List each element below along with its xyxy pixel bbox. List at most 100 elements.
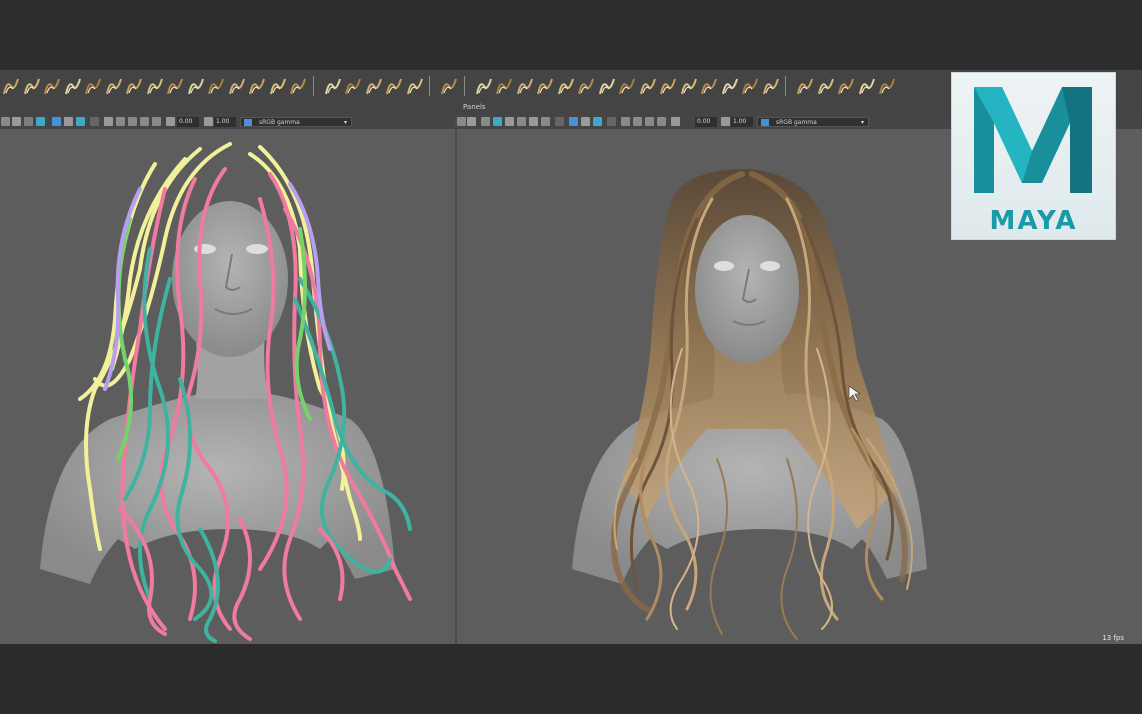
hair-smooth-icon[interactable] (269, 76, 287, 96)
shelf-separator (312, 76, 314, 96)
xray-icon[interactable] (581, 117, 590, 126)
exposure-icon[interactable] (671, 117, 680, 126)
length-modifier-icon[interactable] (598, 76, 616, 96)
ao-icon[interactable] (555, 117, 564, 126)
shadows-icon[interactable] (76, 117, 85, 126)
shelf-separator (463, 76, 465, 96)
cut-modifier-icon[interactable] (577, 76, 595, 96)
hair-scale-icon[interactable] (43, 76, 61, 96)
safe-action-icon[interactable] (645, 117, 654, 126)
exposure-field[interactable]: 0.00 (695, 117, 717, 127)
isolate-icon[interactable] (569, 117, 578, 126)
xray-joints-icon[interactable] (593, 117, 602, 126)
record-icon[interactable] (475, 76, 493, 96)
xray-icon[interactable] (116, 117, 125, 126)
shaded-icon[interactable] (505, 117, 514, 126)
maya-logo-mark (974, 87, 1092, 193)
panels-menu[interactable]: Panels (463, 103, 486, 111)
isolate-icon[interactable] (104, 117, 113, 126)
curve-brush-icon[interactable] (2, 76, 20, 96)
hair-twist-icon[interactable] (84, 76, 102, 96)
wireframe-icon[interactable] (493, 117, 502, 126)
safe-title-icon[interactable] (657, 117, 666, 126)
noise-modifier-icon[interactable] (659, 76, 677, 96)
export-icon[interactable] (858, 76, 876, 96)
move-tool-icon[interactable] (440, 76, 458, 96)
flag-icon[interactable] (700, 76, 718, 96)
gamma-field[interactable]: 1.00 (214, 117, 236, 127)
select-camera-icon[interactable] (467, 117, 476, 126)
displace-modifier-icon[interactable] (639, 76, 657, 96)
width-icon[interactable] (762, 76, 780, 96)
camera-icon[interactable] (1, 117, 10, 126)
letterbox-bottom (0, 644, 1142, 714)
left-eye (714, 261, 734, 271)
fps-counter: 13 fps (1102, 634, 1124, 642)
brush-icon[interactable] (837, 76, 855, 96)
light-icon[interactable] (344, 76, 362, 96)
left-viewport-scene (40, 142, 412, 643)
coil-modifier-icon[interactable] (557, 76, 575, 96)
right-eye (760, 261, 780, 271)
shelf-separator (785, 76, 786, 96)
color-space-dropdown[interactable]: sRGB gamma ▾ (240, 117, 352, 127)
gamma-icon[interactable] (204, 117, 213, 126)
gamma-icon[interactable] (721, 117, 730, 126)
left-viewport-toolbar: 0.00 1.00 sRGB gamma ▾ (0, 115, 455, 129)
gate-mask-icon[interactable] (621, 117, 630, 126)
lights-icon[interactable] (529, 117, 538, 126)
sub-modifier-icon[interactable] (680, 76, 698, 96)
lights-icon[interactable] (64, 117, 73, 126)
hair-flip-icon[interactable] (228, 76, 246, 96)
hair-select-icon[interactable] (289, 76, 307, 96)
xray-joints-icon[interactable] (128, 117, 137, 126)
camera-icon[interactable] (457, 117, 466, 126)
frizz-modifier-icon[interactable] (536, 76, 554, 96)
hair-clump-icon[interactable] (23, 76, 41, 96)
sculpt-icon[interactable] (365, 76, 383, 96)
hair-frizz-icon[interactable] (64, 76, 82, 96)
color-management-icon (761, 119, 769, 126)
clump-modifier-icon[interactable] (495, 76, 513, 96)
sphere-icon[interactable] (324, 76, 342, 96)
right-eye (246, 244, 268, 254)
render-sphere-icon[interactable] (817, 76, 835, 96)
ao-icon[interactable] (90, 117, 99, 126)
exposure-icon[interactable] (166, 117, 175, 126)
gamma-field[interactable]: 1.00 (731, 117, 753, 127)
color-management-icon (244, 119, 252, 126)
hair-grow-icon[interactable] (187, 76, 205, 96)
hair-length-icon[interactable] (105, 76, 123, 96)
grid-icon[interactable] (12, 117, 21, 126)
paint-icon[interactable] (406, 76, 424, 96)
hair-cut-icon[interactable] (207, 76, 225, 96)
shaded-icon[interactable] (36, 117, 45, 126)
color-space-value: sRGB gamma (259, 119, 300, 126)
head (695, 215, 799, 363)
hair-direction-icon[interactable] (166, 76, 184, 96)
hair-mirror-icon[interactable] (248, 76, 266, 96)
textured-icon[interactable] (517, 117, 526, 126)
left-viewport[interactable] (0, 129, 455, 644)
transfer-icon[interactable] (385, 76, 403, 96)
letterbox-top (0, 0, 1142, 70)
chevron-down-icon: ▾ (860, 119, 864, 126)
grid-icon[interactable] (481, 117, 490, 126)
hair-kink-icon[interactable] (146, 76, 164, 96)
resolution-gate-icon[interactable] (140, 117, 149, 126)
hair-comb-icon[interactable] (125, 76, 143, 96)
textured-icon[interactable] (52, 117, 61, 126)
import-icon[interactable] (878, 76, 896, 96)
cube-icon[interactable] (796, 76, 814, 96)
gate-mask-icon[interactable] (152, 117, 161, 126)
bend-icon[interactable] (741, 76, 759, 96)
color-space-dropdown[interactable]: sRGB gamma ▾ (757, 117, 869, 127)
shadows-icon[interactable] (541, 117, 550, 126)
field-chart-icon[interactable] (633, 117, 642, 126)
attract-modifier-icon[interactable] (618, 76, 636, 96)
scale-modifier-icon[interactable] (516, 76, 534, 96)
exposure-field[interactable]: 0.00 (177, 117, 199, 127)
resolution-gate-icon[interactable] (607, 117, 616, 126)
wireframe-icon[interactable] (24, 117, 33, 126)
flip-icon[interactable] (721, 76, 739, 96)
